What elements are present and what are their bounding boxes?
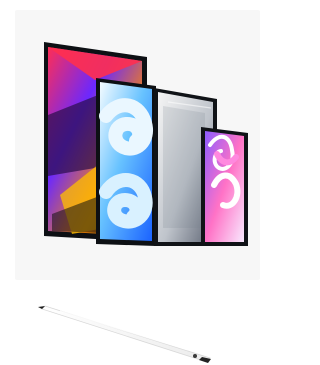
product-illustrations (38, 42, 248, 363)
ipad-mini-device (201, 127, 248, 246)
apple-pencil-device (38, 305, 211, 363)
product-gallery (0, 0, 260, 365)
ipad-air-device (96, 78, 156, 246)
